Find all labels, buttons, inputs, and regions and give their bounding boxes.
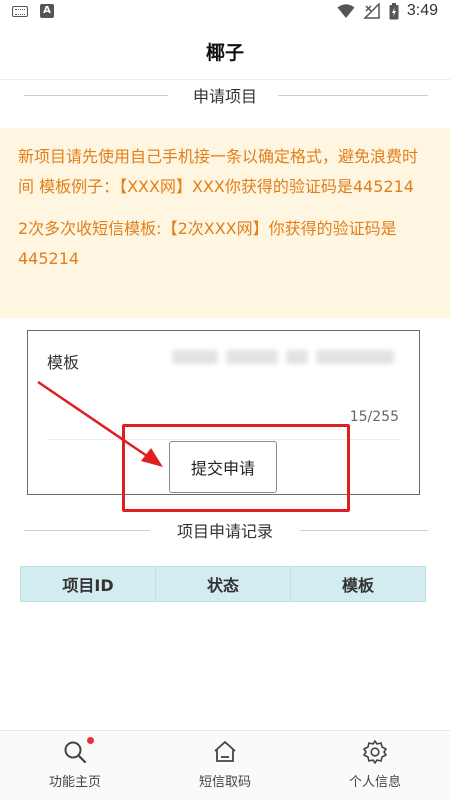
- template-input[interactable]: [172, 344, 400, 370]
- nav-item-home[interactable]: 功能主页: [0, 731, 150, 800]
- notice-line-2: 2次多次收短信模板:【2次XXX网】你获得的验证码是445214: [18, 219, 397, 268]
- notice-line-1: 新项目请先使用自己手机接一条以确定格式，避免浪费时间 模板例子：【XXX网】XX…: [18, 147, 419, 196]
- page-title: 椰子: [205, 42, 244, 64]
- wifi-icon: [337, 4, 355, 18]
- notification-badge: [87, 737, 94, 744]
- records-section-header: 项目申请记录: [0, 516, 450, 544]
- no-signal-icon: [363, 3, 380, 19]
- app-header: 椰子: [0, 24, 450, 80]
- column-status: 状态: [156, 567, 291, 601]
- keyboard-icon: [12, 5, 28, 17]
- status-left-icons: A: [12, 4, 54, 18]
- home-icon: [212, 739, 238, 765]
- records-section-title: 项目申请记录: [162, 518, 287, 542]
- apply-form: 模板 15/255 提交申请: [27, 330, 420, 495]
- blurred-text: [286, 350, 308, 364]
- submit-application-button[interactable]: 提交申请: [169, 441, 277, 493]
- nav-label: 短信取码: [198, 775, 251, 790]
- clock: 3:49: [406, 2, 438, 19]
- search-icon: [62, 737, 94, 765]
- nav-item-profile[interactable]: 个人信息: [300, 731, 450, 800]
- records-table-header: 项目ID 状态 模板: [20, 566, 426, 602]
- blurred-text: [172, 350, 218, 364]
- divider-line: [300, 530, 428, 531]
- apply-section-header: 申请项目: [0, 81, 450, 109]
- char-counter: 15/255: [349, 409, 399, 425]
- status-right-icons: 3:49: [337, 2, 438, 20]
- apply-section-title: 申请项目: [178, 83, 271, 107]
- divider-line: [278, 95, 428, 96]
- nav-item-sms[interactable]: 短信取码: [150, 731, 300, 800]
- nav-label: 功能主页: [48, 775, 101, 790]
- blurred-text: [316, 350, 394, 364]
- format-notice: 新项目请先使用自己手机接一条以确定格式，避免浪费时间 模板例子：【XXX网】XX…: [0, 128, 450, 318]
- gear-icon: [362, 739, 388, 765]
- nav-label: 个人信息: [348, 775, 401, 790]
- column-template: 模板: [341, 576, 374, 595]
- blurred-text: [226, 350, 278, 364]
- field-underline: [47, 439, 400, 440]
- app-notification-icon: A: [40, 4, 54, 18]
- divider-line: [24, 530, 150, 531]
- column-project-id: 项目ID: [21, 567, 156, 601]
- status-bar: A 3:49: [0, 0, 450, 24]
- bottom-nav: 功能主页 短信取码 个人信息: [0, 730, 450, 800]
- battery-icon: [389, 2, 399, 19]
- template-label: 模板: [47, 353, 80, 372]
- divider-line: [24, 95, 168, 96]
